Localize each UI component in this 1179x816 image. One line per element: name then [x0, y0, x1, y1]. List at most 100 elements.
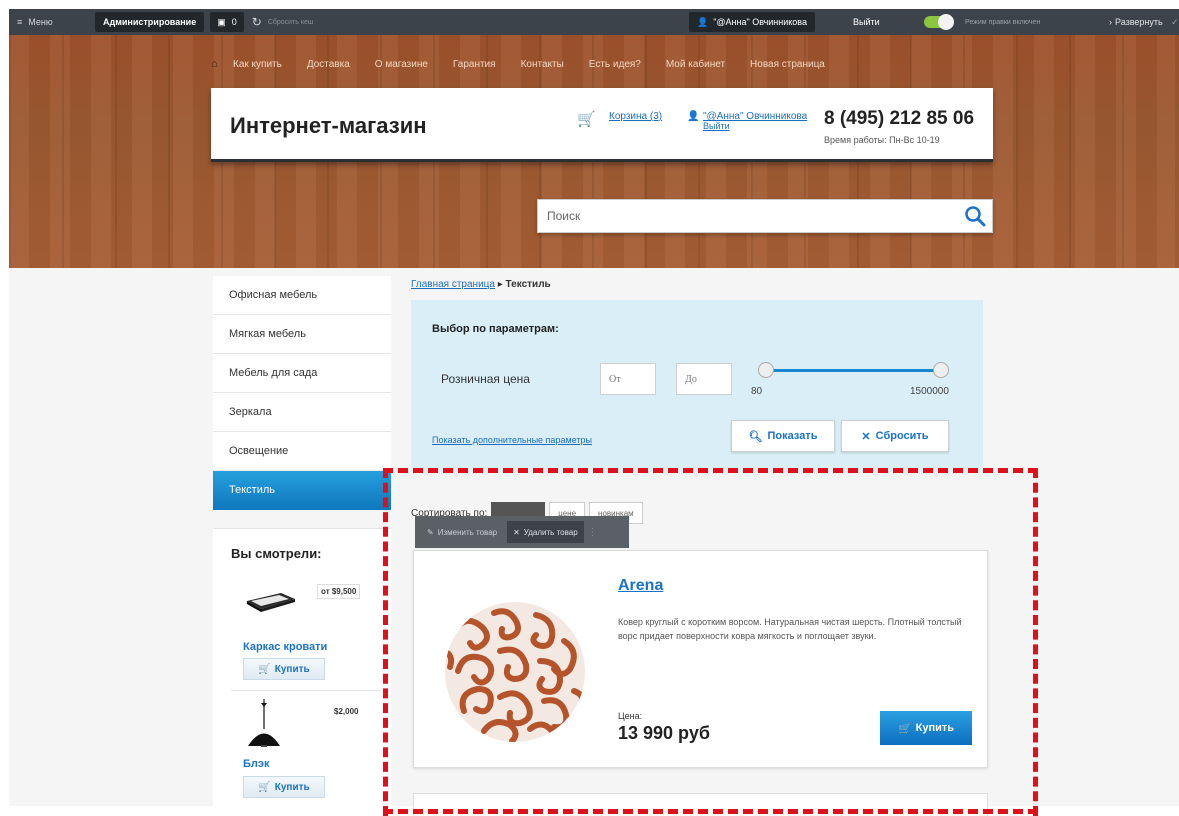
- price-label: Цена:: [618, 711, 643, 721]
- sidebar-item-garden-furniture[interactable]: Мебель для сада: [213, 354, 391, 393]
- close-icon: ✕: [513, 527, 520, 537]
- cart-icon: 🛒: [897, 722, 912, 735]
- cart-link[interactable]: Корзина (3): [609, 111, 662, 122]
- drag-handle-icon[interactable]: ⋮: [588, 527, 598, 538]
- highlight-frame-bottom: [383, 809, 1038, 814]
- working-hours: Время работы: Пн-Вс 10-19: [824, 135, 940, 145]
- search-input[interactable]: [538, 200, 948, 232]
- viewed-product-name[interactable]: Блэк: [243, 758, 269, 770]
- smart-filter: Выбор по параметрам: Розничная цена 80 1…: [411, 300, 983, 472]
- close-icon: ✕: [861, 430, 871, 443]
- cart-icon: 🛒: [258, 781, 271, 793]
- cart-icon[interactable]: 🛒: [577, 110, 596, 128]
- edit-mode-toggle[interactable]: [924, 14, 954, 30]
- reset-label: Сбросить: [875, 430, 929, 442]
- admin-menu-button[interactable]: ≡ Меню: [9, 9, 89, 35]
- admin-menu-label: Меню: [28, 17, 53, 27]
- search-box: [537, 199, 993, 233]
- breadcrumb: Главная страница ▸ Текстиль: [411, 279, 551, 290]
- viewed-price: от $9,500: [317, 584, 361, 599]
- viewed-product-name[interactable]: Каркас кровати: [243, 641, 327, 653]
- search-icon: 🔍︎: [748, 430, 763, 443]
- reset-cache-button[interactable]: ↻ Сбросить кеш: [244, 9, 322, 35]
- sidebar-item-textile[interactable]: Текстиль: [213, 471, 391, 510]
- viewed-buy-button[interactable]: 🛒 Купить: [243, 658, 325, 680]
- nav-warranty[interactable]: Гарантия: [453, 59, 496, 71]
- lamp-image[interactable]: [245, 699, 283, 749]
- rug-image[interactable]: [444, 601, 586, 743]
- edit-label: Изменить товар: [437, 527, 498, 537]
- expand-label: Развернуть: [1115, 17, 1163, 27]
- nav-contacts[interactable]: Контакты: [521, 59, 564, 71]
- breadcrumb-current: Текстиль: [505, 279, 551, 290]
- nav-about[interactable]: О магазине: [375, 59, 428, 71]
- price-slider-track[interactable]: [766, 369, 941, 372]
- expand-button[interactable]: › Развернуть: [1101, 12, 1171, 32]
- bed-frame-image[interactable]: [245, 589, 297, 613]
- sidebar-item-office-furniture[interactable]: Офисная мебель: [213, 276, 391, 315]
- price-to-input[interactable]: [676, 363, 732, 395]
- buy-label: Купить: [274, 663, 310, 675]
- nav-how-to-buy[interactable]: Как купить: [233, 59, 282, 71]
- sidebar-item-soft-furniture[interactable]: Мягкая мебель: [213, 315, 391, 354]
- administration-button[interactable]: Администрирование: [95, 12, 205, 32]
- delete-label: Удалить товар: [523, 527, 578, 537]
- notifications-button[interactable]: ▣ 0: [210, 12, 244, 32]
- product-description: Ковер круглый с коротким ворсом. Натурал…: [618, 617, 962, 641]
- nav-new-page[interactable]: Новая страница: [750, 59, 825, 71]
- price-min-value: 80: [751, 386, 763, 397]
- notification-count: 0: [231, 17, 237, 27]
- check-icon[interactable]: ✓: [1171, 12, 1179, 32]
- breadcrumb-separator: ▸: [497, 279, 503, 290]
- user-icon: 👤: [687, 111, 700, 122]
- price-max-value: 1500000: [910, 386, 949, 397]
- nav-delivery[interactable]: Доставка: [307, 59, 350, 71]
- show-button[interactable]: 🔍︎ Показать: [731, 420, 835, 452]
- edit-mode-label: Режим правки включен: [965, 18, 1041, 26]
- price-slider-min-handle[interactable]: [758, 362, 774, 378]
- hamburger-icon: ≡: [17, 17, 23, 27]
- reset-button[interactable]: ✕ Сбросить: [841, 420, 949, 452]
- refresh-icon: ↻: [251, 15, 262, 29]
- price-slider-max-handle[interactable]: [933, 362, 949, 378]
- arrow-icon: ›: [1109, 17, 1112, 27]
- home-icon[interactable]: ⌂: [211, 59, 223, 71]
- filter-title: Выбор по параметрам:: [432, 323, 559, 335]
- edit-panel: ✎ Изменить товар ✕ Удалить товар ⋮: [415, 516, 629, 548]
- nav-my-account[interactable]: Мой кабинет: [666, 59, 725, 71]
- logout-link[interactable]: Выйти: [703, 121, 730, 131]
- buy-label: Купить: [274, 781, 310, 793]
- cart-icon: 🛒: [258, 663, 271, 675]
- show-label: Показать: [767, 430, 818, 442]
- product-name[interactable]: Arena: [618, 577, 663, 595]
- breadcrumb-home[interactable]: Главная страница: [411, 279, 495, 290]
- catalog-sidebar: Офисная мебель Мягкая мебель Мебель для …: [213, 276, 391, 510]
- more-params-link[interactable]: Показать дополнительные параметры: [432, 435, 592, 445]
- viewed-buy-button[interactable]: 🛒 Купить: [243, 776, 325, 798]
- top-navigation: ⌂ Как купить Доставка О магазине Гаранти…: [211, 59, 850, 71]
- delete-product-button[interactable]: ✕ Удалить товар: [507, 521, 584, 543]
- pencil-icon: ✎: [427, 527, 434, 537]
- nav-ideas[interactable]: Есть идея?: [589, 59, 641, 71]
- admin-logout-button[interactable]: Выйти: [845, 12, 888, 32]
- notification-icon: ▣: [217, 16, 226, 27]
- logo-box: Интернет-магазин 🛒 Корзина (3) 👤 "@Анна"…: [211, 88, 993, 162]
- viewed-title: Вы смотрели:: [231, 546, 322, 561]
- viewed-products: Вы смотрели: от $9,500 Каркас кровати 🛒 К…: [213, 528, 391, 806]
- sidebar-item-lighting[interactable]: Освещение: [213, 432, 391, 471]
- search-icon[interactable]: [964, 205, 986, 227]
- phone-number: 8 (495) 212 85 06: [824, 108, 975, 129]
- reset-cache-label: Сбросить кеш: [267, 18, 314, 26]
- price-label: Розничная цена: [441, 372, 530, 386]
- product-price: 13 990 руб: [618, 723, 710, 743]
- buy-button[interactable]: 🛒 Купить: [880, 711, 972, 745]
- price-from-input[interactable]: [600, 363, 656, 395]
- admin-user-button[interactable]: 👤 "@Анна" Овчинникова: [689, 12, 815, 32]
- edit-product-button[interactable]: ✎ Изменить товар: [421, 521, 503, 543]
- admin-user-label: "@Анна" Овчинникова: [713, 17, 807, 27]
- user-icon: 👤: [697, 16, 709, 27]
- product-card: Arena Ковер круглый с коротким ворсом. Н…: [413, 550, 988, 768]
- buy-label: Купить: [915, 722, 955, 734]
- sidebar-item-mirrors[interactable]: Зеркала: [213, 393, 391, 432]
- shop-title[interactable]: Интернет-магазин: [230, 113, 427, 139]
